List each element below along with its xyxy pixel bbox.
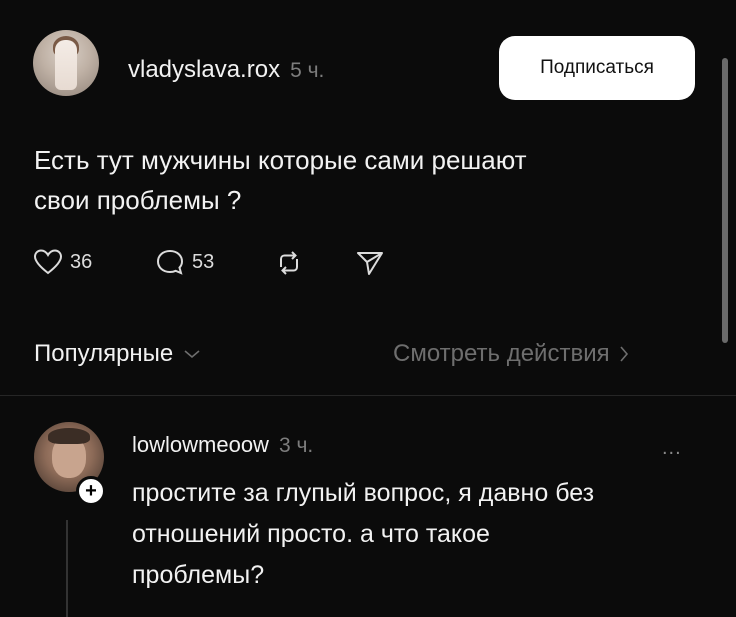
send-icon: [357, 252, 383, 275]
post-text-line1: Есть тут мужчины которые сами решают: [34, 145, 527, 175]
more-options-icon[interactable]: ...: [662, 437, 682, 460]
repost-icon: [280, 251, 298, 275]
plus-icon: +: [85, 480, 97, 502]
post-text-line2: свои проблемы ?: [34, 185, 242, 215]
repost-button[interactable]: [273, 249, 305, 277]
sort-popular[interactable]: Популярные: [34, 340, 201, 368]
avatar-figure: [55, 40, 77, 90]
comment-button[interactable]: 53: [155, 248, 214, 276]
post-header: vladyslava.rox 5 ч.: [128, 56, 324, 84]
comment-text-line3: проблемы?: [132, 561, 265, 589]
comment-count: 53: [192, 250, 215, 273]
subscribe-button[interactable]: Подписаться: [499, 36, 695, 100]
thread-line: [66, 520, 68, 617]
like-button[interactable]: 36: [33, 248, 92, 276]
comment-time: 3 ч.: [278, 434, 314, 457]
heart-icon: [33, 249, 63, 275]
post-time: 5 ч.: [290, 59, 325, 82]
avatar-hair: [48, 428, 90, 444]
comment-header: lowlowmeoow 3 ч.: [132, 432, 313, 458]
chevron-right-icon: [620, 346, 628, 362]
view-actions-link[interactable]: Смотреть действия: [393, 340, 630, 368]
follow-plus-button[interactable]: +: [76, 476, 106, 506]
scrollbar[interactable]: [722, 58, 728, 343]
comment-text: простите за глупый вопрос, я давно без о…: [132, 473, 712, 596]
like-count: 36: [70, 250, 93, 273]
commenter-username[interactable]: lowlowmeoow: [132, 432, 269, 458]
chevron-down-icon: [184, 350, 200, 359]
comment-text-line2: отношений просто. а что такое: [132, 520, 490, 548]
author-avatar[interactable]: [33, 30, 99, 96]
divider: [0, 395, 736, 396]
comment-icon: [156, 249, 184, 275]
comment-text-line1: простите за глупый вопрос, я давно без: [132, 479, 595, 507]
sort-label: Популярные: [34, 340, 174, 367]
view-actions-label: Смотреть действия: [393, 340, 610, 367]
share-button[interactable]: [355, 249, 385, 277]
post-text: Есть тут мужчины которые сами решают сво…: [34, 140, 674, 220]
author-username[interactable]: vladyslava.rox: [128, 56, 280, 84]
